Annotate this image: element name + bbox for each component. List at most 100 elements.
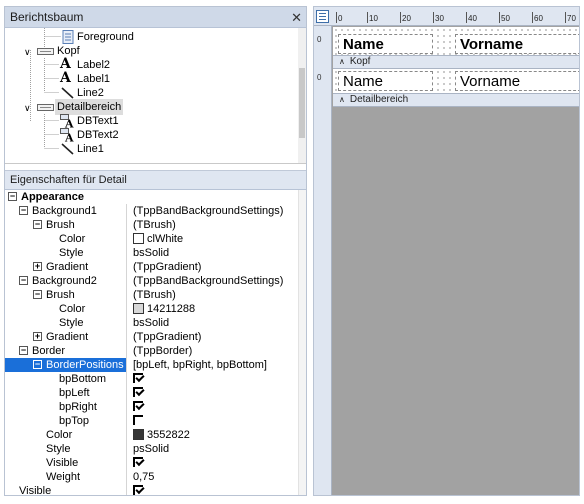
prop-row-color[interactable]: Color 3552822 — [5, 428, 306, 442]
report-designer: 0 10 20 30 40 50 60 70 0 0 Name Vorname … — [313, 6, 580, 496]
prop-name: bpLeft — [59, 387, 90, 399]
prop-value[interactable]: (TBrush) — [133, 288, 176, 302]
tree-node-label: Line1 — [77, 143, 104, 155]
collapse-icon[interactable]: − — [19, 346, 28, 355]
chevron-up-icon: ∧ — [339, 95, 345, 104]
prop-row-bptop[interactable]: bpTop — [5, 414, 306, 428]
prop-row-color[interactable]: Color 14211288 — [5, 302, 306, 316]
prop-name: Gradient — [46, 331, 89, 343]
tree-node-line1[interactable]: Line1 — [5, 141, 295, 157]
prop-value[interactable]: bsSolid — [133, 246, 169, 260]
checkbox[interactable] — [133, 485, 143, 495]
prop-row-background1[interactable]: − Background1 (TppBandBackgroundSettings) — [5, 204, 306, 218]
expand-icon[interactable]: + — [33, 332, 42, 341]
dbtext-icon: A — [60, 128, 74, 145]
prop-row-bpbottom[interactable]: bpBottom — [5, 372, 306, 386]
prop-value-color[interactable]: clWhite — [133, 232, 183, 246]
band-label-detailbereich[interactable]: ∧ Detailbereich — [333, 93, 579, 107]
prop-row-gradient[interactable]: + Gradient (TppGradient) — [5, 260, 306, 274]
header-vorname-label[interactable]: Vorname — [455, 34, 579, 54]
color-swatch — [133, 429, 144, 440]
prop-name: Visible — [46, 457, 79, 469]
tree-scrollbar[interactable] — [298, 28, 306, 163]
tree-scrollbar-thumb[interactable] — [299, 68, 305, 138]
left-panel: Berichtsbaum ✕ Foreground ∨ Kopf A Label… — [4, 6, 307, 496]
prop-name: Gradient — [46, 261, 89, 273]
prop-row-bpleft[interactable]: bpLeft — [5, 386, 306, 400]
collapse-icon[interactable]: − — [8, 192, 17, 201]
prop-value[interactable]: 0,75 — [133, 470, 154, 484]
vertical-ruler: 0 0 — [314, 26, 332, 495]
checkbox[interactable] — [133, 401, 143, 411]
prop-name: Brush — [46, 289, 75, 301]
prop-row-gradient[interactable]: + Gradient (TppGradient) — [5, 330, 306, 344]
collapse-icon[interactable]: − — [33, 220, 42, 229]
color-swatch — [133, 303, 144, 314]
close-icon[interactable]: ✕ — [291, 7, 302, 28]
collapse-icon[interactable]: − — [19, 206, 28, 215]
collapse-icon[interactable]: − — [33, 360, 42, 369]
expand-icon[interactable]: + — [33, 262, 42, 271]
prop-row-bpright[interactable]: bpRight — [5, 400, 306, 414]
ruler-tick-label: 50 — [499, 12, 510, 23]
prop-row-style[interactable]: Style bsSolid — [5, 316, 306, 330]
checkbox[interactable] — [133, 387, 143, 397]
prop-row-weight[interactable]: Weight 0,75 — [5, 470, 306, 484]
prop-row-color[interactable]: Color clWhite — [5, 232, 306, 246]
prop-row-brush[interactable]: − Brush (TBrush) — [5, 218, 306, 232]
header-name-label[interactable]: Name — [338, 34, 433, 54]
collapse-icon[interactable]: − — [33, 290, 42, 299]
prop-row-style[interactable]: Style bsSolid — [5, 246, 306, 260]
prop-value[interactable]: (TppGradient) — [133, 330, 201, 344]
checkbox[interactable] — [133, 373, 143, 383]
chevron-down-icon[interactable]: ∨ — [24, 100, 38, 114]
detail-vorname-dbtext[interactable]: Vorname — [455, 71, 579, 91]
prop-row-background2[interactable]: − Background2 (TppBandBackgroundSettings) — [5, 274, 306, 288]
prop-row-borderpositions[interactable]: − BorderPositions [bpLeft, bpRight, bpBot… — [5, 358, 306, 372]
prop-value-color[interactable]: 14211288 — [133, 302, 195, 316]
prop-value[interactable]: (TppGradient) — [133, 260, 201, 274]
prop-value[interactable]: (TppBandBackgroundSettings) — [133, 204, 283, 218]
prop-name: Weight — [46, 471, 81, 483]
prop-value-color[interactable]: 3552822 — [133, 428, 190, 442]
band-label-text: Kopf — [349, 56, 371, 67]
prop-name: Color — [59, 233, 86, 245]
ruler-tick-label: 0 — [335, 12, 343, 23]
prop-name: Color — [46, 429, 73, 441]
prop-value[interactable]: (TppBandBackgroundSettings) — [133, 274, 283, 288]
prop-row-appearance[interactable]: − Appearance — [5, 190, 306, 204]
ruler-tick-label: 70 — [565, 12, 576, 23]
prop-value: 14211288 — [147, 303, 196, 315]
prop-row-brush[interactable]: − Brush (TBrush) — [5, 288, 306, 302]
prop-name: Style — [59, 317, 84, 329]
chevron-down-icon[interactable]: ∨ — [24, 44, 38, 58]
prop-row-border[interactable]: − Border (TppBorder) — [5, 344, 306, 358]
ruler-tick-label: 30 — [433, 12, 444, 23]
prop-value[interactable]: (TBrush) — [133, 218, 176, 232]
ruler-tick-label: 10 — [367, 12, 378, 23]
prop-name: Border — [32, 345, 66, 357]
prop-row-visible[interactable]: Visible — [5, 456, 306, 470]
detail-band[interactable]: Name Vorname — [333, 69, 579, 93]
prop-value[interactable]: bsSolid — [133, 316, 169, 330]
band-label-kopf[interactable]: ∧ Kopf — [333, 55, 579, 69]
prop-value[interactable]: psSolid — [133, 442, 169, 456]
detail-name-dbtext[interactable]: Name — [338, 71, 433, 91]
prop-name: Brush — [46, 219, 75, 231]
prop-row-visible[interactable]: Visible — [5, 484, 306, 495]
prop-name: Appearance — [21, 191, 84, 203]
collapse-icon[interactable]: − — [19, 276, 28, 285]
report-tree: Foreground ∨ Kopf A Label2 A Label1 Line… — [5, 28, 306, 164]
line-icon — [61, 86, 75, 100]
prop-name: bpBottom — [59, 373, 107, 385]
prop-row-style[interactable]: Style psSolid — [5, 442, 306, 456]
prop-value[interactable]: [bpLeft, bpRight, bpBottom] — [133, 358, 267, 372]
checkbox[interactable] — [133, 415, 143, 425]
ruler-units-icon[interactable] — [316, 10, 329, 23]
band-label-text: Detailbereich — [349, 94, 409, 105]
ruler-tick-label: 40 — [466, 12, 477, 23]
checkbox[interactable] — [133, 457, 143, 467]
prop-value[interactable]: (TppBorder) — [133, 344, 192, 358]
ruler-tick-label: 20 — [400, 12, 411, 23]
prop-name: bpTop — [59, 415, 89, 427]
